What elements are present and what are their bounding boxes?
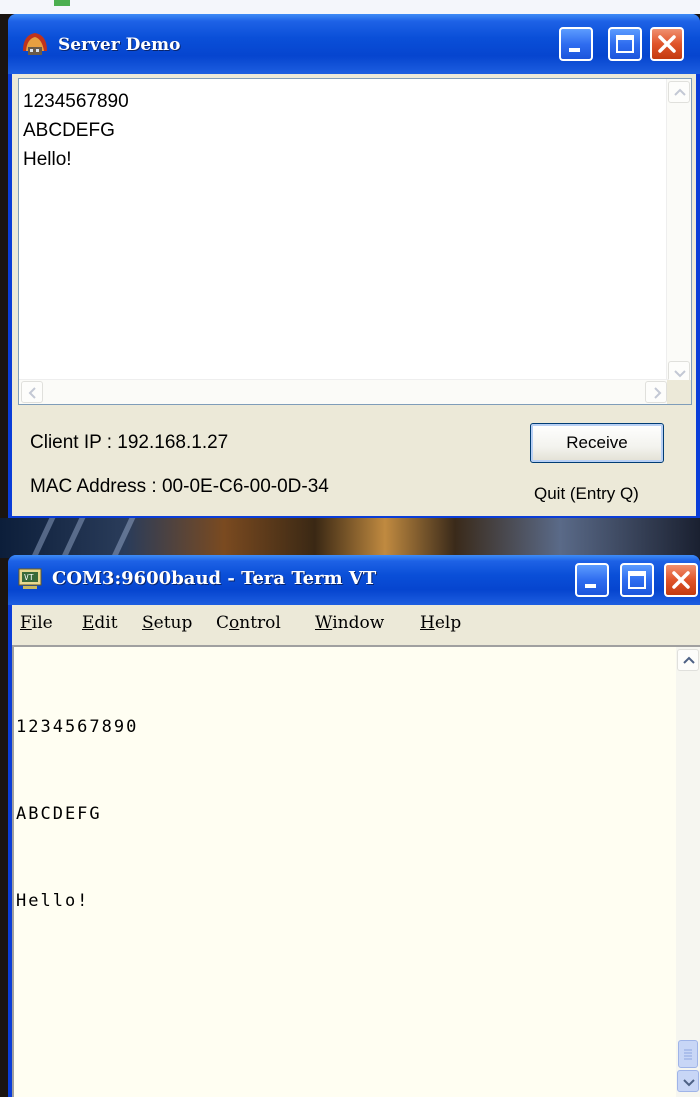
quit-hint: Quit (Entry Q) bbox=[534, 484, 639, 503]
teraterm-titlebar[interactable]: VT COM3:9600baud - Tera Term VT bbox=[8, 555, 700, 605]
window-title: Server Demo bbox=[58, 35, 181, 55]
mac-address-label: MAC Address : 00-0E-C6-00-0D-34 bbox=[30, 476, 329, 497]
desktop-wallpaper bbox=[0, 518, 700, 558]
server-demo-titlebar[interactable]: Server Demo bbox=[8, 14, 700, 74]
received-line: 1234567890 bbox=[23, 91, 129, 112]
terminal-line: Hello! bbox=[16, 891, 90, 911]
terminal-line: 1234567890 bbox=[16, 717, 139, 737]
teraterm-window: VT COM3:9600baud - Tera Term VT File Edi… bbox=[8, 555, 700, 1097]
vertical-scrollbar[interactable] bbox=[666, 79, 691, 385]
close-icon bbox=[658, 35, 676, 53]
server-demo-window: Server Demo 1234567890 ABCDEFG Hello! Cl… bbox=[8, 14, 700, 520]
app-icon bbox=[20, 29, 50, 59]
maximize-icon bbox=[628, 571, 646, 589]
scroll-up-icon bbox=[674, 88, 686, 96]
wallpaper-streak bbox=[30, 518, 56, 558]
scroll-up-icon bbox=[683, 656, 695, 664]
menu-bar: File Edit Setup Control Window Help bbox=[12, 605, 700, 645]
received-text-box[interactable]: 1234567890 ABCDEFG Hello! bbox=[18, 78, 692, 405]
scroll-thumb[interactable] bbox=[678, 1040, 698, 1068]
received-line: ABCDEFG bbox=[23, 120, 115, 141]
menu-control[interactable]: Control bbox=[216, 613, 281, 633]
receive-button[interactable]: Receive bbox=[530, 423, 664, 463]
menu-file[interactable]: File bbox=[20, 613, 53, 633]
close-icon bbox=[672, 571, 690, 589]
window-title: COM3:9600baud - Tera Term VT bbox=[52, 568, 377, 589]
scroll-up-button[interactable] bbox=[668, 81, 690, 103]
scrollbar-corner bbox=[667, 380, 691, 404]
scroll-up-button[interactable] bbox=[677, 649, 699, 671]
maximize-icon bbox=[616, 35, 634, 53]
minimize-icon bbox=[585, 584, 596, 588]
minimize-button[interactable] bbox=[575, 563, 609, 597]
menu-setup[interactable]: Setup bbox=[142, 613, 192, 633]
grip-icon bbox=[684, 1049, 692, 1060]
scroll-left-icon bbox=[28, 387, 36, 399]
desktop-strip bbox=[0, 0, 700, 14]
close-button[interactable] bbox=[650, 27, 684, 61]
terminal-output: 1234567890 ABCDEFG Hello! bbox=[16, 655, 138, 974]
scroll-down-icon bbox=[683, 1079, 695, 1087]
close-button[interactable] bbox=[664, 563, 698, 597]
server-demo-client-area: 1234567890 ABCDEFG Hello! Client IP: 19… bbox=[12, 74, 696, 516]
terminal-line: ABCDEFG bbox=[16, 804, 102, 824]
wallpaper-streak bbox=[60, 518, 86, 558]
scroll-left-button[interactable] bbox=[21, 381, 43, 403]
teraterm-client-area: File Edit Setup Control Window Help 1234… bbox=[12, 605, 700, 1097]
minimize-icon bbox=[569, 48, 580, 52]
terminal-screen[interactable]: 1234567890 ABCDEFG Hello! bbox=[12, 645, 700, 1097]
teraterm-icon: VT bbox=[18, 567, 44, 591]
maximize-button[interactable] bbox=[608, 27, 642, 61]
scroll-right-button[interactable] bbox=[645, 381, 667, 403]
menu-help[interactable]: Help bbox=[420, 613, 461, 633]
scroll-down-button[interactable] bbox=[677, 1070, 699, 1092]
minimize-button[interactable] bbox=[559, 27, 593, 61]
received-line: Hello! bbox=[23, 149, 72, 170]
terminal-scrollbar[interactable] bbox=[676, 647, 700, 1097]
scroll-right-icon bbox=[654, 387, 662, 399]
horizontal-scrollbar[interactable] bbox=[19, 379, 669, 404]
received-text: 1234567890 ABCDEFG Hello! bbox=[23, 87, 129, 174]
desktop-icon-fragment bbox=[54, 0, 70, 6]
wallpaper-streak bbox=[110, 518, 136, 558]
svg-text:VT: VT bbox=[24, 573, 34, 582]
menu-edit[interactable]: Edit bbox=[82, 613, 118, 633]
client-ip-label: Client IP : 192.168.1.27 bbox=[30, 432, 229, 453]
menu-window[interactable]: Window bbox=[315, 613, 384, 633]
maximize-button[interactable] bbox=[620, 563, 654, 597]
